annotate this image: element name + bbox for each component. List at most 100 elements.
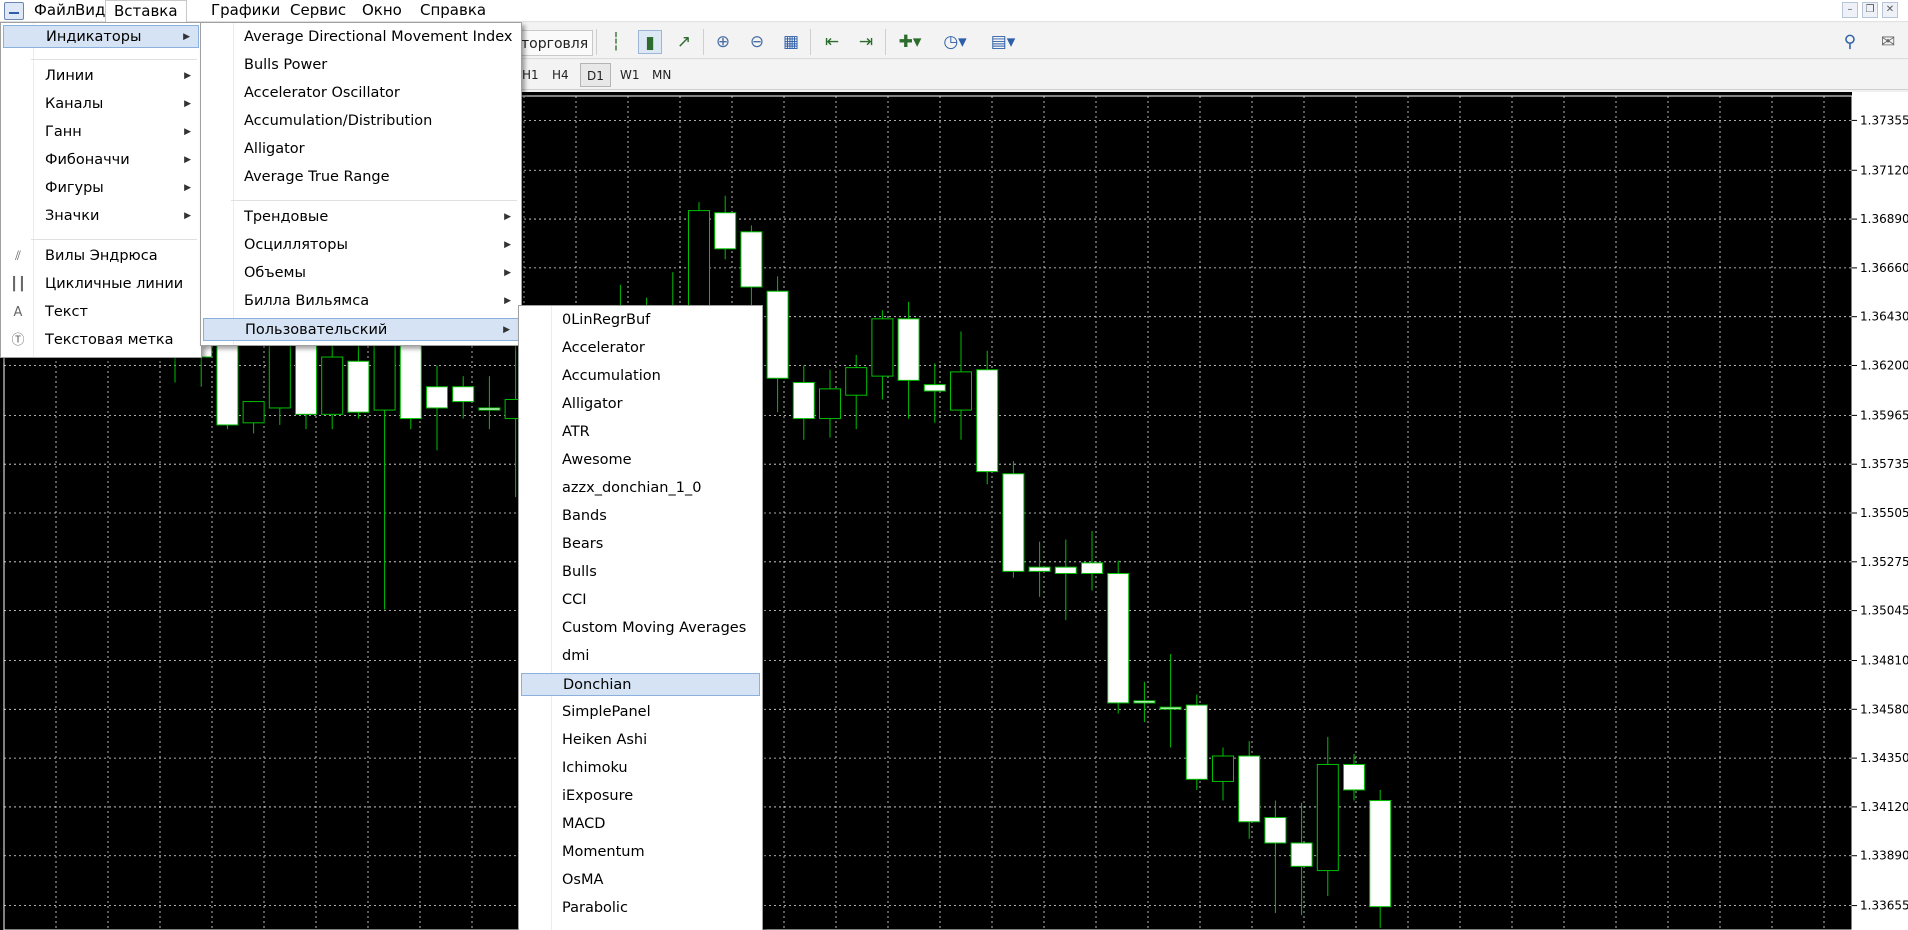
- candle-body: [923, 384, 946, 392]
- templates-icon[interactable]: ▤▾: [986, 30, 1020, 54]
- restore-icon[interactable]: ❐: [1862, 2, 1878, 18]
- timeframe-h4[interactable]: H4: [546, 63, 575, 87]
- custom-indicator-bulls[interactable]: Bulls: [521, 561, 760, 584]
- toolbar-separator: [810, 29, 811, 55]
- timeframe-mn[interactable]: MN: [646, 63, 677, 87]
- insert-item-линии[interactable]: Линии ▶: [3, 65, 199, 88]
- indicator-item-accelerator-oscillator[interactable]: Accelerator Oscillator: [203, 82, 519, 105]
- custom-indicator-cci[interactable]: CCI: [521, 589, 760, 612]
- custom-indicator-awesome[interactable]: Awesome: [521, 449, 760, 472]
- close-icon[interactable]: ✕: [1882, 2, 1898, 18]
- menu-tools[interactable]: Сервис: [282, 0, 354, 22]
- auto-scroll-icon[interactable]: ⇤: [820, 30, 844, 54]
- chart-shift-icon[interactable]: ⇥: [854, 30, 878, 54]
- menu-item-label: Значки: [45, 208, 100, 224]
- periods-icon[interactable]: ◷▾: [938, 30, 972, 54]
- custom-indicator-azzx-donchian-1-0[interactable]: azzx_donchian_1_0: [521, 477, 760, 500]
- indicator-item-пользовательский[interactable]: Пользовательский ▶: [203, 318, 519, 341]
- indicator-item-билла-вильямса[interactable]: Билла Вильямса ▶: [203, 290, 519, 313]
- menu-item-label: OsMA: [562, 872, 604, 888]
- custom-indicator-macd[interactable]: MACD: [521, 813, 760, 836]
- menu-item-label: Awesome: [562, 452, 632, 468]
- menu-item-label: Текст: [45, 304, 88, 320]
- candle-body: [347, 360, 370, 413]
- custom-indicator-accumulation[interactable]: Accumulation: [521, 365, 760, 388]
- custom-indicator-simplepanel[interactable]: SimplePanel: [521, 701, 760, 724]
- zoom-in-icon[interactable]: ⊕: [711, 30, 735, 54]
- menu-item-label: Alligator: [562, 396, 623, 412]
- insert-item-вилы-эндрюса[interactable]: ⫽ Вилы Эндрюса: [3, 245, 199, 268]
- custom-indicator-donchian[interactable]: Donchian: [521, 673, 760, 696]
- menu-separator: [231, 200, 517, 201]
- indicator-item-осцилляторы[interactable]: Осцилляторы ▶: [203, 234, 519, 257]
- indicator-item-alligator[interactable]: Alligator: [203, 138, 519, 161]
- zoom-out-icon[interactable]: ⊖: [745, 30, 769, 54]
- custom-indicator-custom-moving-averages[interactable]: Custom Moving Averages: [521, 617, 760, 640]
- insert-item-каналы[interactable]: Каналы ▶: [3, 93, 199, 116]
- candle-body: [1369, 800, 1392, 908]
- custom-indicator-parabolic[interactable]: Parabolic: [521, 897, 760, 920]
- menu-item-label: Каналы: [45, 96, 104, 112]
- custom-indicator-osma[interactable]: OsMA: [521, 869, 760, 892]
- indicator-item-объемы[interactable]: Объемы ▶: [203, 262, 519, 285]
- line-chart-icon[interactable]: ↗: [672, 30, 696, 54]
- candle-body: [1107, 572, 1130, 704]
- candlestick-icon[interactable]: ▮: [638, 30, 662, 54]
- insert-item-текстовая-метка[interactable]: Ⓣ Текстовая метка: [3, 329, 199, 352]
- indicator-item-трендовые[interactable]: Трендовые ▶: [203, 206, 519, 229]
- price-axis-label: 1.35735: [1860, 457, 1908, 471]
- insert-item-текст[interactable]: A Текст: [3, 301, 199, 324]
- insert-item-ганн[interactable]: Ганн ▶: [3, 121, 199, 144]
- menu-insert[interactable]: Вставка: [105, 0, 187, 22]
- custom-indicator-atr[interactable]: ATR: [521, 421, 760, 444]
- custom-indicator-bears[interactable]: Bears: [521, 533, 760, 556]
- timeframe-d1[interactable]: D1: [580, 63, 611, 87]
- insert-item-индикаторы[interactable]: Индикаторы ▶: [3, 25, 199, 48]
- custom-indicator-iexposure[interactable]: iExposure: [521, 785, 760, 808]
- indicator-item-bulls-power[interactable]: Bulls Power: [203, 54, 519, 77]
- price-axis-label: 1.36430: [1860, 310, 1908, 324]
- indicators-icon[interactable]: ✚▾: [893, 30, 927, 54]
- candle-body: [688, 210, 710, 318]
- insert-item-цикличные-линии[interactable]: ┃┃ Цикличные линии: [3, 273, 199, 296]
- candle-body: [242, 401, 265, 424]
- search-icon[interactable]: ⚲: [1838, 30, 1862, 54]
- app-icon[interactable]: [4, 2, 24, 20]
- custom-indicator-heiken-ashi[interactable]: Heiken Ashi: [521, 729, 760, 752]
- candle-body: [399, 343, 422, 420]
- menu-charts[interactable]: Графики: [203, 0, 288, 22]
- menu-window[interactable]: Окно: [354, 0, 410, 22]
- indicator-item-accumulation-distribution[interactable]: Accumulation/Distribution: [203, 110, 519, 133]
- bar-chart-icon[interactable]: ┆: [604, 30, 628, 54]
- indicator-item-average-true-range[interactable]: Average True Range: [203, 166, 519, 189]
- candle-body: [1028, 566, 1051, 572]
- menu-help[interactable]: Справка: [412, 0, 494, 22]
- indicator-item-average-directional-movement-index[interactable]: Average Directional Movement Index: [203, 26, 519, 49]
- candle-body: [897, 318, 920, 381]
- menu-item-label: Donchian: [563, 677, 632, 693]
- timeframe-w1[interactable]: W1: [614, 63, 646, 87]
- custom-indicator-accelerator[interactable]: Accelerator: [521, 337, 760, 360]
- candle-body: [871, 318, 894, 377]
- menu-item-label: Accelerator: [562, 340, 645, 356]
- candle-body: [1081, 562, 1103, 574]
- tile-windows-icon[interactable]: ▦: [779, 30, 803, 54]
- insert-item-значки[interactable]: Значки ▶: [3, 205, 199, 228]
- price-axis-label: 1.34120: [1860, 800, 1908, 814]
- insert-item-фибоначчи[interactable]: Фибоначчи ▶: [3, 149, 199, 172]
- menu-item-label: Текстовая метка: [45, 332, 174, 348]
- menu-item-label: azzx_donchian_1_0: [562, 480, 702, 496]
- chat-icon[interactable]: ✉: [1876, 30, 1900, 54]
- menu-item-label: Average Directional Movement Index: [244, 29, 513, 45]
- autotrading-button[interactable]: торговля: [516, 30, 594, 56]
- custom-indicator-ichimoku[interactable]: Ichimoku: [521, 757, 760, 780]
- custom-indicator-momentum[interactable]: Momentum: [521, 841, 760, 864]
- insert-item-фигуры[interactable]: Фигуры ▶: [3, 177, 199, 200]
- custom-indicator-dmi[interactable]: dmi: [521, 645, 760, 668]
- custom-indicator-alligator[interactable]: Alligator: [521, 393, 760, 416]
- custom-indicator-0linregrbuf[interactable]: 0LinRegrBuf: [521, 309, 760, 332]
- submenu-arrow-icon: ▶: [504, 240, 511, 250]
- custom-indicator-bands[interactable]: Bands: [521, 505, 760, 528]
- candle-body: [452, 386, 475, 403]
- minimize-icon[interactable]: –: [1842, 2, 1858, 18]
